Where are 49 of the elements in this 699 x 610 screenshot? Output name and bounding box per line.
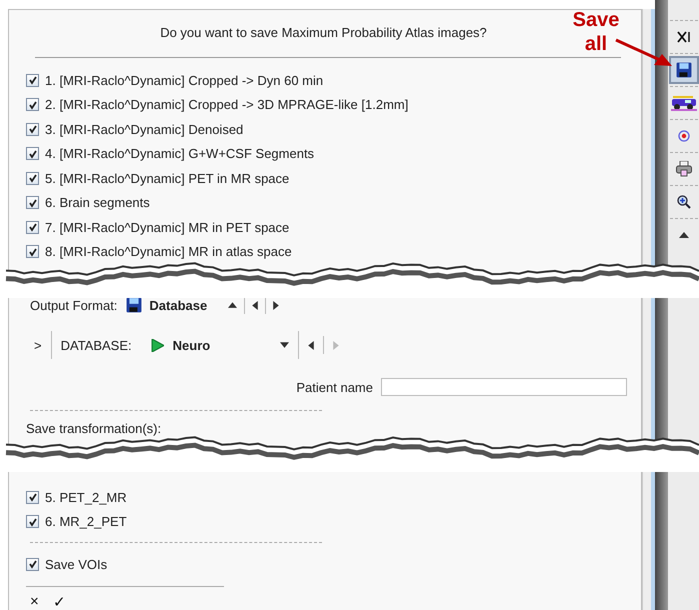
checkbox-label: 5. PET_2_MR	[45, 490, 127, 505]
output-format-label: Output Format:	[30, 298, 118, 312]
database-label: DATABASE:	[60, 338, 132, 352]
checkbox[interactable]	[26, 98, 39, 112]
checkbox[interactable]	[26, 220, 39, 234]
scrollbar[interactable]	[651, 9, 655, 610]
cancel-button[interactable]: ×	[26, 590, 43, 610]
truck-icon	[670, 95, 696, 111]
printer-icon	[676, 161, 692, 177]
play-icon	[150, 338, 164, 352]
checkbox[interactable]	[26, 74, 39, 87]
collapse-arrow-icon[interactable]	[228, 302, 238, 308]
checkbox[interactable]	[26, 147, 39, 160]
target-icon	[678, 130, 690, 142]
next-arrow-icon[interactable]	[273, 300, 280, 310]
checkbox[interactable]	[26, 515, 39, 528]
checkbox[interactable]	[26, 245, 39, 258]
expand-toggle[interactable]: >	[34, 338, 42, 352]
checkbox-label: 6. Brain segments	[45, 195, 150, 210]
close-icon	[676, 31, 690, 43]
previous-arrow-icon[interactable]	[252, 300, 258, 310]
checkbox[interactable]	[26, 490, 39, 504]
checkbox-label: 1. [MRI-Raclo^Dynamic] Cropped -> Dyn 60 min	[45, 72, 324, 88]
patient-name-field[interactable]	[381, 378, 627, 396]
question-text: Do you want to save Maximum Probability Atlas images?	[160, 25, 487, 42]
section-label: Save transformation(s):	[26, 421, 162, 438]
annotation-text: Save all	[572, 8, 620, 56]
up-arrow-icon	[678, 232, 688, 238]
annotation-arrow	[614, 38, 674, 68]
checkbox[interactable]	[26, 122, 39, 136]
checkbox-label: 8. [MRI-Raclo^Dynamic] MR in atlas space	[45, 244, 292, 260]
output-format-value: Database	[149, 298, 208, 312]
save-button[interactable]	[668, 56, 698, 84]
checkbox-label: 2. [MRI-Raclo^Dynamic] Cropped -> 3D MPRAGE-like [1.2mm]	[45, 97, 408, 112]
checkbox[interactable]	[26, 172, 39, 185]
checkbox-label: 3. [MRI-Raclo^Dynamic] Denoised	[45, 122, 244, 137]
checkbox[interactable]	[26, 558, 39, 571]
checkbox[interactable]	[26, 196, 39, 210]
database-value[interactable]: Neuro	[172, 338, 271, 352]
checkbox-label: 7. [MRI-Raclo^Dynamic] MR in PET space	[45, 220, 290, 235]
zoom-icon	[676, 195, 690, 209]
checkbox-label: 4. [MRI-Raclo^Dynamic] G+W+CSF Segments	[45, 146, 314, 162]
ok-button[interactable]: ✓	[48, 590, 70, 610]
previous-arrow-icon[interactable]	[308, 340, 314, 350]
checkbox-label: Save VOIs	[45, 556, 108, 572]
checkbox-label: 5. [MRI-Raclo^Dynamic] PET in MR space	[45, 170, 290, 186]
dropdown-arrow-icon[interactable]	[280, 342, 289, 348]
checkbox-label: 6. MR_2_PET	[45, 514, 127, 530]
patient-name-label: Patient name	[296, 380, 373, 394]
